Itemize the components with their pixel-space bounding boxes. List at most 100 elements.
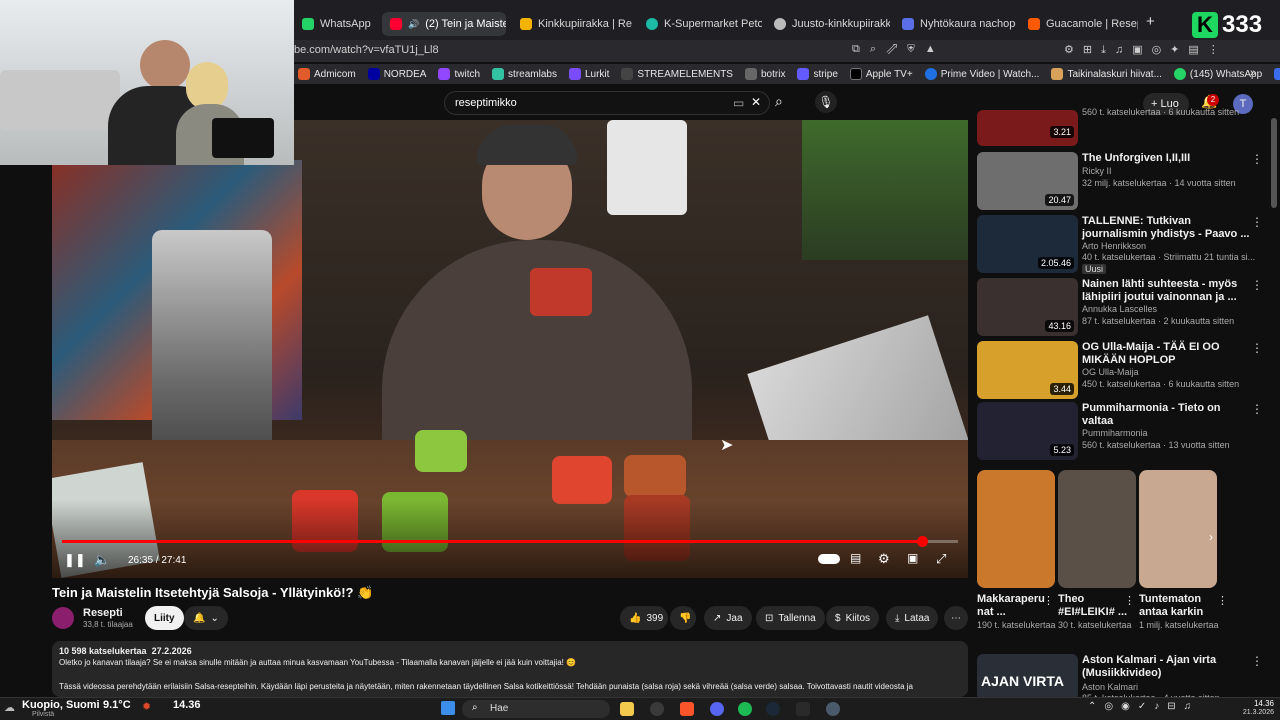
related-video-partial[interactable]: 3.21 560 t. katselukertaa · 6 kuukautta … <box>977 107 1273 146</box>
download-button[interactable]: ⤓ Lataa <box>886 606 939 630</box>
channel-name[interactable]: Resepti <box>83 607 123 619</box>
weather-location[interactable]: Kuopio, Suomi <box>22 699 100 711</box>
bookmark-kello[interactable]: kello <box>1274 68 1280 80</box>
mouse-cursor-icon: ➤ <box>720 437 734 454</box>
fullscreen-icon[interactable]: ⤢ <box>936 551 946 567</box>
url-text[interactable]: be.com/watch?v=vfaTU1j_Ll8 <box>294 44 439 56</box>
settings-icon[interactable]: ⚙ <box>878 551 890 567</box>
short-thumbnail-1[interactable] <box>977 470 1055 588</box>
pause-icon[interactable]: ❚❚ <box>64 552 86 568</box>
address-bar-icons[interactable]: ⧉⌕⇗⛨▲ <box>852 43 946 56</box>
more-icon[interactable]: ⋮ <box>1043 594 1054 607</box>
short-title-3[interactable]: Tuntematon antaa karkin <box>1139 593 1217 619</box>
more-actions-button[interactable]: ⋯ <box>944 606 968 630</box>
more-icon[interactable]: ⋮ <box>1251 215 1263 229</box>
widget-value[interactable]: 14.36 <box>173 699 201 711</box>
bookmark-admicom[interactable]: Admicom <box>298 68 356 80</box>
weather-icon: ☁ <box>4 702 15 714</box>
brave-icon[interactable] <box>680 702 694 716</box>
video-meta: 40 t. katselukertaa · Striimattu 21 tunt… <box>1082 252 1256 262</box>
bookmark-streamlabs[interactable]: streamlabs <box>492 68 557 80</box>
tab-whatsapp[interactable]: WhatsApp <box>294 12 378 36</box>
clock-time[interactable]: 14.36 <box>1244 699 1274 708</box>
extension-icons[interactable]: ⚙⊞⤓♫▣◎✦▤⋮ <box>1064 43 1228 57</box>
more-icon[interactable]: ⋮ <box>1251 152 1263 166</box>
description-box[interactable]: 10 598 katselukertaa 27.2.2026 Oletko jo… <box>52 641 968 697</box>
more-icon[interactable]: ⋮ <box>1251 278 1263 292</box>
tab-k-supermarket[interactable]: K-Supermarket Petonen | <box>638 12 762 36</box>
address-bar[interactable]: be.com/watch?v=vfaTU1j_Ll8 ⧉⌕⇗⛨▲ ⚙⊞⤓♫▣◎✦… <box>294 40 1280 62</box>
settings-icon[interactable] <box>826 702 840 716</box>
search-icon[interactable]: ⌕ <box>775 93 783 110</box>
related-video-3[interactable]: 43.16 Nainen lähti suhteesta - myös lähi… <box>977 278 1273 340</box>
thumbnail-text: AJAN VIRTA <box>981 673 1064 689</box>
chrome-icon[interactable] <box>650 702 664 716</box>
tab-guacamole[interactable]: Guacamole | Reseptit | K- <box>1020 12 1138 36</box>
related-video-5[interactable]: 5.23 Pummiharmonia - Tieto on valtaa Pum… <box>977 402 1273 464</box>
volume-icon[interactable]: 🔈 <box>94 552 110 568</box>
progress-scrubber[interactable] <box>917 536 928 547</box>
share-button[interactable]: ↗ Jaa <box>704 606 752 630</box>
clock-date[interactable]: 21.3.2026 <box>1230 709 1274 716</box>
bookmark-taikinalaskuri[interactable]: Taikinalaskuri hiivat... <box>1051 68 1162 80</box>
channel-avatar[interactable] <box>52 607 74 629</box>
more-icon[interactable]: ⋮ <box>1251 402 1263 416</box>
join-button[interactable]: Liity <box>145 606 184 630</box>
related-videos-sidebar: 3.21 560 t. katselukertaa · 6 kuukautta … <box>977 107 1280 703</box>
more-icon[interactable]: ⋮ <box>1217 594 1228 607</box>
tab-nyhtokaura[interactable]: Nyhtökaura nachopelti - <box>894 12 1016 36</box>
bookmark-streamelements[interactable]: STREAMELEMENTS <box>621 68 733 80</box>
steam-icon[interactable] <box>766 702 780 716</box>
more-icon[interactable]: ⋮ <box>1124 594 1135 607</box>
overlay-counter: 333 <box>1222 11 1263 38</box>
short-thumbnail-3[interactable] <box>1139 470 1217 588</box>
new-tab-button[interactable]: + <box>1146 13 1155 30</box>
bookmark-lurkit[interactable]: Lurkit <box>568 68 609 80</box>
thanks-button[interactable]: $ Kiitos <box>826 606 880 630</box>
system-tray-icons[interactable]: ⌃◎◉✓♪⊟♫ <box>1088 701 1199 712</box>
related-video-1[interactable]: 20.47 The Unforgiven I,II,III Ricky II 3… <box>977 152 1273 214</box>
video-title: Pummiharmonia - Tieto on valtaa <box>1082 402 1221 427</box>
voice-search-icon[interactable]: 🎙 <box>815 91 837 113</box>
bookmarks-overflow-icon[interactable]: » <box>1250 67 1256 79</box>
bookmark-icon <box>298 68 310 80</box>
discord-icon[interactable] <box>710 702 724 716</box>
bookmark-apple-tv[interactable]: Apple TV+ <box>849 68 913 80</box>
epic-games-icon[interactable] <box>796 702 810 716</box>
related-video-2[interactable]: 2.05.46 TALLENNE: Tutkivan journalismin … <box>977 215 1273 277</box>
save-button[interactable]: ⊡ Tallenna <box>756 606 825 630</box>
like-button[interactable]: 👍 399 <box>620 606 668 630</box>
bookmark-stripe[interactable]: stripe <box>797 68 838 80</box>
bookmark-twitch[interactable]: twitch <box>438 68 480 80</box>
subscribe-bell-button[interactable]: 🔔 ⌄ <box>184 606 228 630</box>
bookmark-botrix[interactable]: botrix <box>744 68 785 80</box>
related-video-6[interactable]: AJAN VIRTA Aston Kalmari - Ajan virta (M… <box>977 654 1273 703</box>
keyboard-icon[interactable]: ▭ <box>733 96 744 110</box>
search-bar[interactable]: reseptimikko ▭ ✕ <box>444 91 770 115</box>
autoplay-toggle[interactable] <box>818 554 840 564</box>
bookmark-nordea[interactable]: NORDEA <box>367 68 426 80</box>
clear-search-icon[interactable]: ✕ <box>751 95 761 109</box>
tab-youtube-active[interactable]: 🔊(2) Tein ja Maistelin✕ <box>382 12 506 36</box>
more-icon[interactable]: ⋮ <box>1251 341 1263 355</box>
video-player[interactable]: ❚❚ 🔈 26:35 / 27:41 ▤ ⚙ ▣ ⤢ ➤ <box>52 120 968 578</box>
bookmark-prime-video[interactable]: Prime Video | Watch... <box>924 68 1039 80</box>
shorts-next-icon[interactable]: › <box>1209 530 1213 544</box>
windows-taskbar: ☁ Kuopio, Suomi 9.1°C Pilvistä ✹ 14.36 ⌕… <box>0 697 1280 720</box>
tab-juusto-kinkkupiirakka[interactable]: Juusto-kinkkupiirakka rese <box>766 12 890 36</box>
windows-start-icon[interactable] <box>441 701 455 715</box>
search-input[interactable]: reseptimikko <box>455 97 517 109</box>
sidebar-scrollbar[interactable] <box>1271 118 1277 208</box>
spotify-icon[interactable] <box>738 702 752 716</box>
subtitles-icon[interactable]: ▤ <box>850 551 861 565</box>
more-icon[interactable]: ⋮ <box>1251 654 1263 668</box>
file-explorer-icon[interactable] <box>620 702 634 716</box>
tab-kinkkupiirakka[interactable]: Kinkkupiirakka | Reseptit | <box>512 12 632 36</box>
taskbar-search[interactable]: ⌕ Hae <box>462 700 610 718</box>
short-thumbnail-2[interactable] <box>1058 470 1136 588</box>
bookmark-whatsapp[interactable]: (145) WhatsApp <box>1173 68 1262 80</box>
related-video-4[interactable]: 3.44 OG Ulla-Maija - TÄÄ EI OO MIKÄÄN HO… <box>977 341 1273 403</box>
progress-fill <box>62 540 922 543</box>
miniplayer-icon[interactable]: ▣ <box>907 551 918 565</box>
dislike-button[interactable]: 👎 <box>670 606 696 630</box>
